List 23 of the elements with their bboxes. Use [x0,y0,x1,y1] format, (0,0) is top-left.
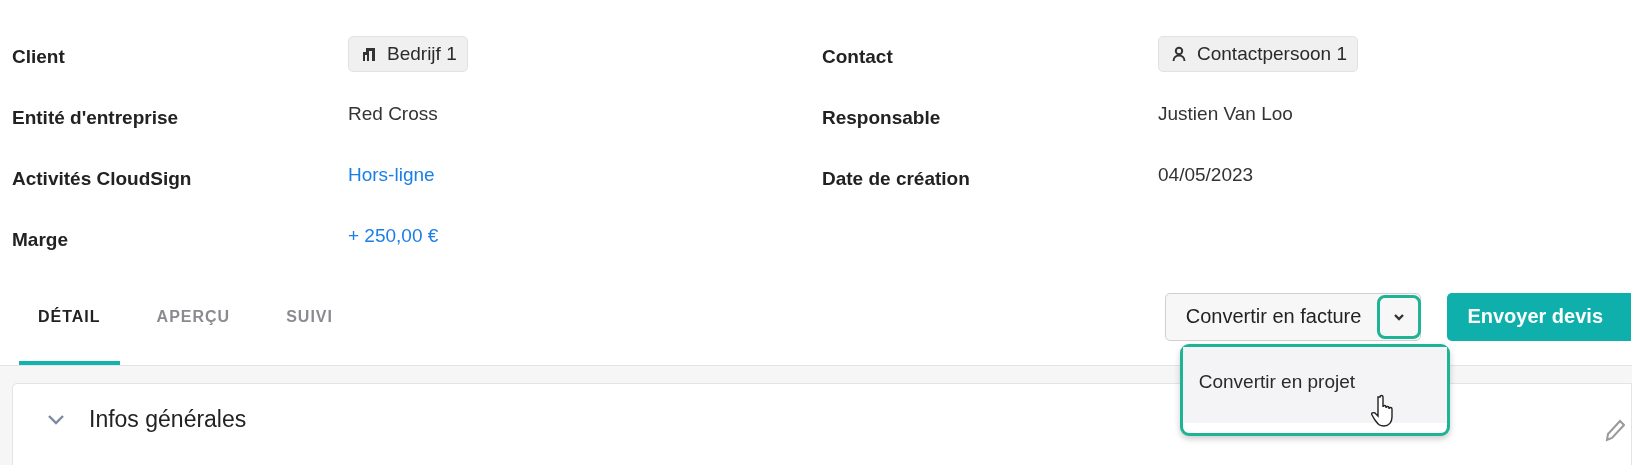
section-title: Infos générales [89,406,247,433]
field-link[interactable]: + 250,00 € [348,219,822,247]
pencil-icon[interactable] [1603,418,1625,442]
field-label: Entité d'entreprise [12,106,180,129]
convert-button[interactable]: Convertir en facture [1165,293,1378,340]
field-label: Activités CloudSign [12,167,193,190]
value-chip[interactable]: Contactpersoon 1 [1158,36,1358,72]
chevron-down-icon [1393,312,1406,321]
building-icon [361,46,377,62]
field-label: Date de création [822,167,971,190]
dropdown-toggle[interactable] [1377,294,1422,339]
field-value: Red Cross [348,102,439,125]
field-link[interactable]: Hors-ligne [348,158,822,186]
field-label: Responsable [822,106,942,129]
field-value: 04/05/2023 [1158,163,1255,186]
field-value: Justien Van Loo [1158,102,1294,125]
menu-item[interactable]: Convertir en projet [1182,346,1447,423]
field-label: Marge [12,228,69,251]
person-icon [1171,46,1187,62]
field-label: Contact [822,45,894,68]
value-chip[interactable]: Bedrijf 1 [348,36,468,72]
chevron-down-icon[interactable] [47,414,65,426]
field-label: Client [12,45,66,68]
